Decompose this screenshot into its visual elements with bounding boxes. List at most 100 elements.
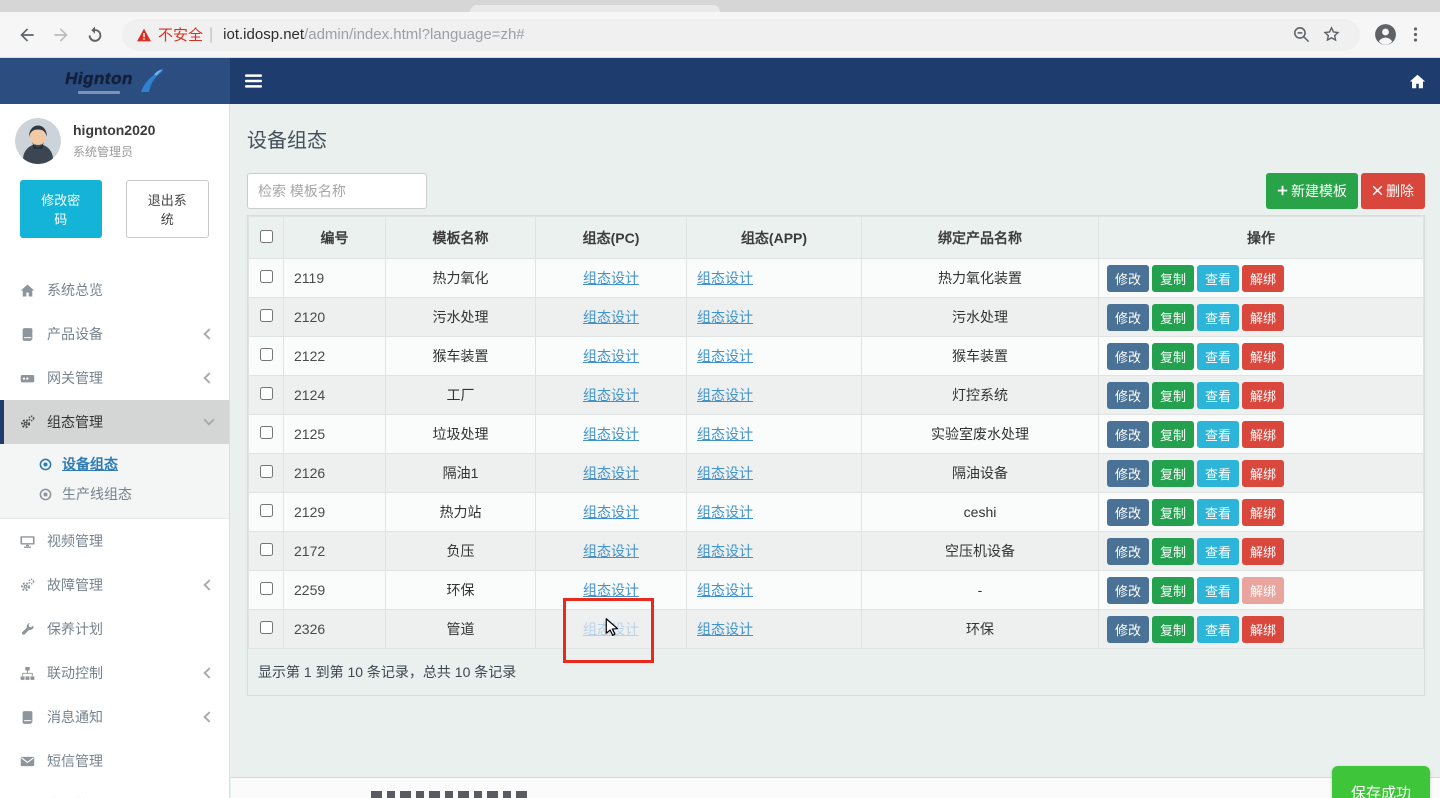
edit-button[interactable]: 修改	[1107, 577, 1149, 604]
copy-button[interactable]: 复制	[1152, 460, 1194, 487]
view-button[interactable]: 查看	[1197, 304, 1239, 331]
row-checkbox[interactable]	[260, 621, 273, 634]
scada-design-pc-link[interactable]: 组态设计	[583, 348, 639, 364]
unbind-button[interactable]: 解绑	[1242, 538, 1284, 565]
view-button[interactable]: 查看	[1197, 382, 1239, 409]
logout-button[interactable]: 退出系统	[126, 180, 210, 238]
sidebar-item-sms-management[interactable]: 短信管理	[0, 739, 229, 783]
address-bar[interactable]: 不安全 | iot.idosp.net/admin/index.html?lan…	[122, 19, 1360, 51]
forward-icon[interactable]	[44, 18, 78, 52]
sidebar-item-space-management[interactable]: 空间管理	[0, 783, 229, 798]
edit-button[interactable]: 修改	[1107, 304, 1149, 331]
sidebar-item-scada-management[interactable]: 组态管理	[0, 400, 229, 444]
logo[interactable]: Hignton	[0, 58, 230, 104]
browser-tab[interactable]	[470, 5, 720, 12]
edit-button[interactable]: 修改	[1107, 460, 1149, 487]
scada-design-pc-link[interactable]: 组态设计	[583, 387, 639, 403]
view-button[interactable]: 查看	[1197, 421, 1239, 448]
not-secure-label[interactable]: 不安全	[158, 24, 203, 45]
unbind-button[interactable]: 解绑	[1242, 382, 1284, 409]
copy-button[interactable]: 复制	[1152, 538, 1194, 565]
scada-design-pc-link[interactable]: 组态设计	[583, 270, 639, 286]
row-checkbox[interactable]	[260, 465, 273, 478]
row-checkbox[interactable]	[260, 582, 273, 595]
view-button[interactable]: 查看	[1197, 265, 1239, 292]
reload-icon[interactable]	[78, 18, 112, 52]
edit-button[interactable]: 修改	[1107, 538, 1149, 565]
search-input[interactable]	[247, 173, 427, 209]
unbind-button[interactable]: 解绑	[1242, 577, 1284, 604]
new-template-button[interactable]: 新建模板	[1266, 173, 1358, 209]
delete-button[interactable]: 删除	[1361, 173, 1425, 209]
unbind-button[interactable]: 解绑	[1242, 499, 1284, 526]
scada-design-app-link[interactable]: 组态设计	[697, 309, 753, 325]
scada-design-pc-link[interactable]: 组态设计	[583, 426, 639, 442]
select-all-checkbox[interactable]	[260, 230, 273, 243]
view-button[interactable]: 查看	[1197, 577, 1239, 604]
scada-design-pc-link[interactable]: 组态设计	[583, 465, 639, 481]
sidebar-subitem-production-line-scada[interactable]: 生产线组态	[0, 479, 229, 509]
scada-design-app-link[interactable]: 组态设计	[697, 270, 753, 286]
view-button[interactable]: 查看	[1197, 343, 1239, 370]
unbind-button[interactable]: 解绑	[1242, 265, 1284, 292]
row-checkbox[interactable]	[260, 387, 273, 400]
view-button[interactable]: 查看	[1197, 616, 1239, 643]
sidebar-item-maintenance-plan[interactable]: 保养计划	[0, 607, 229, 651]
bookmark-star-icon[interactable]	[1316, 20, 1346, 50]
scada-design-pc-link[interactable]: 组态设计	[583, 504, 639, 520]
copy-button[interactable]: 复制	[1152, 304, 1194, 331]
view-button[interactable]: 查看	[1197, 460, 1239, 487]
edit-button[interactable]: 修改	[1107, 382, 1149, 409]
scada-design-app-link[interactable]: 组态设计	[697, 582, 753, 598]
edit-button[interactable]: 修改	[1107, 499, 1149, 526]
scada-design-pc-link[interactable]: 组态设计	[583, 309, 639, 325]
copy-button[interactable]: 复制	[1152, 499, 1194, 526]
unbind-button[interactable]: 解绑	[1242, 616, 1284, 643]
browser-menu-kebab-icon[interactable]	[1400, 20, 1430, 50]
row-checkbox[interactable]	[260, 270, 273, 283]
row-checkbox[interactable]	[260, 426, 273, 439]
edit-button[interactable]: 修改	[1107, 421, 1149, 448]
copy-button[interactable]: 复制	[1152, 265, 1194, 292]
row-checkbox[interactable]	[260, 504, 273, 517]
copy-button[interactable]: 复制	[1152, 577, 1194, 604]
copy-button[interactable]: 复制	[1152, 343, 1194, 370]
row-checkbox[interactable]	[260, 309, 273, 322]
unbind-button[interactable]: 解绑	[1242, 343, 1284, 370]
url-path[interactable]: /admin/index.html?language=zh#	[304, 26, 525, 43]
scada-design-app-link[interactable]: 组态设计	[697, 621, 753, 637]
home-icon[interactable]	[1394, 58, 1440, 104]
sidebar-toggle-hamburger-icon[interactable]	[230, 58, 276, 104]
row-checkbox[interactable]	[260, 543, 273, 556]
copy-button[interactable]: 复制	[1152, 421, 1194, 448]
sidebar-item-system-overview[interactable]: 系统总览	[0, 268, 229, 312]
sidebar-item-product-devices[interactable]: 产品设备	[0, 312, 229, 356]
sidebar-item-gateway-management[interactable]: 网关管理	[0, 356, 229, 400]
scada-design-app-link[interactable]: 组态设计	[697, 504, 753, 520]
edit-button[interactable]: 修改	[1107, 343, 1149, 370]
row-checkbox[interactable]	[260, 348, 273, 361]
scada-design-app-link[interactable]: 组态设计	[697, 387, 753, 403]
url-host[interactable]: iot.idosp.net	[223, 26, 304, 43]
sidebar-item-message-notification[interactable]: 消息通知	[0, 695, 229, 739]
unbind-button[interactable]: 解绑	[1242, 421, 1284, 448]
scada-design-app-link[interactable]: 组态设计	[697, 465, 753, 481]
change-password-button[interactable]: 修改密码	[20, 180, 102, 238]
sidebar-item-video-management[interactable]: 视频管理	[0, 519, 229, 563]
copy-button[interactable]: 复制	[1152, 616, 1194, 643]
back-icon[interactable]	[10, 18, 44, 52]
edit-button[interactable]: 修改	[1107, 265, 1149, 292]
sidebar-subitem-device-scada[interactable]: 设备组态	[0, 449, 229, 479]
not-secure-warning-icon[interactable]	[136, 28, 152, 42]
scada-design-app-link[interactable]: 组态设计	[697, 348, 753, 364]
scada-design-app-link[interactable]: 组态设计	[697, 426, 753, 442]
scada-design-pc-link[interactable]: 组态设计	[583, 582, 639, 598]
sidebar-item-fault-management[interactable]: 故障管理	[0, 563, 229, 607]
zoom-out-icon[interactable]	[1286, 20, 1316, 50]
sidebar-item-linkage-control[interactable]: 联动控制	[0, 651, 229, 695]
browser-profile-icon[interactable]	[1370, 20, 1400, 50]
copy-button[interactable]: 复制	[1152, 382, 1194, 409]
scada-design-pc-link[interactable]: 组态设计	[583, 543, 639, 559]
scada-design-app-link[interactable]: 组态设计	[697, 543, 753, 559]
view-button[interactable]: 查看	[1197, 538, 1239, 565]
